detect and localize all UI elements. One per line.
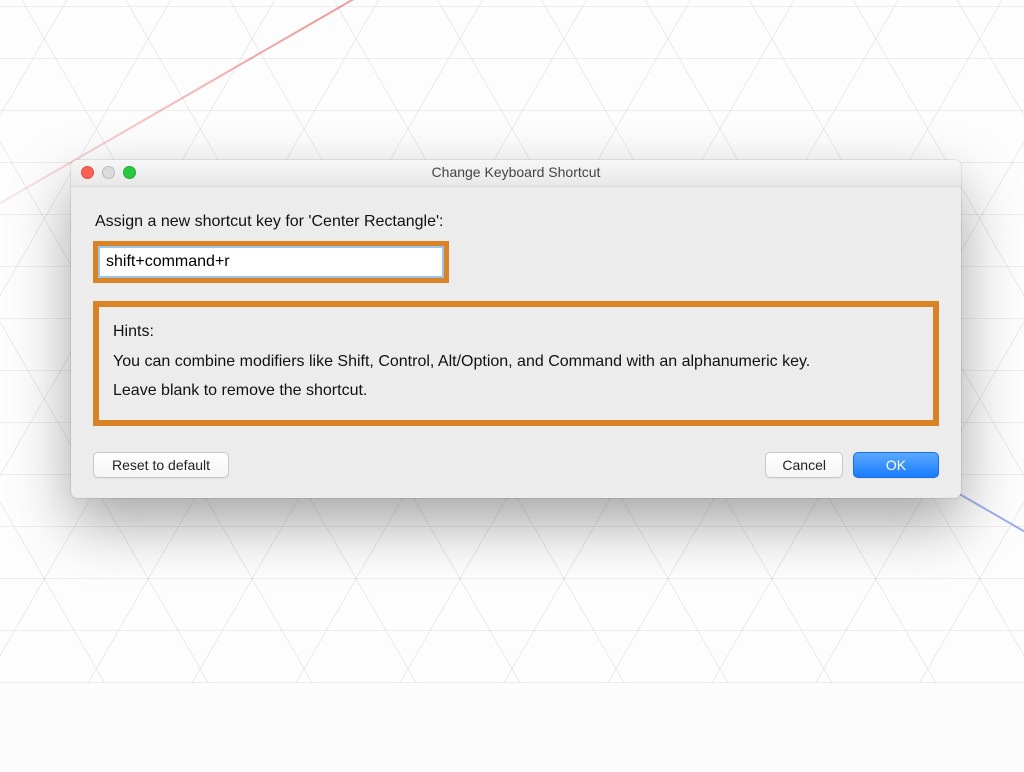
window-title: Change Keyboard Shortcut bbox=[432, 164, 601, 180]
reset-to-default-button[interactable]: Reset to default bbox=[93, 452, 229, 478]
hints-text-line1: You can combine modifiers like Shift, Co… bbox=[113, 353, 810, 370]
zoom-window-icon[interactable] bbox=[123, 166, 136, 179]
dialog-button-row: Reset to default Cancel OK bbox=[93, 452, 939, 478]
dialog-content: Assign a new shortcut key for 'Center Re… bbox=[71, 187, 961, 498]
change-shortcut-dialog: Change Keyboard Shortcut Assign a new sh… bbox=[71, 160, 961, 498]
close-window-icon[interactable] bbox=[81, 166, 94, 179]
cancel-button[interactable]: Cancel bbox=[765, 452, 843, 478]
highlight-box-hints: Hints: You can combine modifiers like Sh… bbox=[93, 301, 939, 426]
shortcut-input[interactable] bbox=[99, 247, 443, 277]
hints-text-line2: Leave blank to remove the shortcut. bbox=[113, 382, 367, 399]
hints-heading: Hints: bbox=[113, 317, 919, 347]
assign-shortcut-prompt: Assign a new shortcut key for 'Center Re… bbox=[95, 213, 939, 231]
minimize-window-icon bbox=[102, 166, 115, 179]
ok-button[interactable]: OK bbox=[853, 452, 939, 478]
highlight-box-input bbox=[93, 241, 449, 283]
window-traffic-lights bbox=[81, 166, 136, 179]
titlebar[interactable]: Change Keyboard Shortcut bbox=[71, 160, 961, 187]
